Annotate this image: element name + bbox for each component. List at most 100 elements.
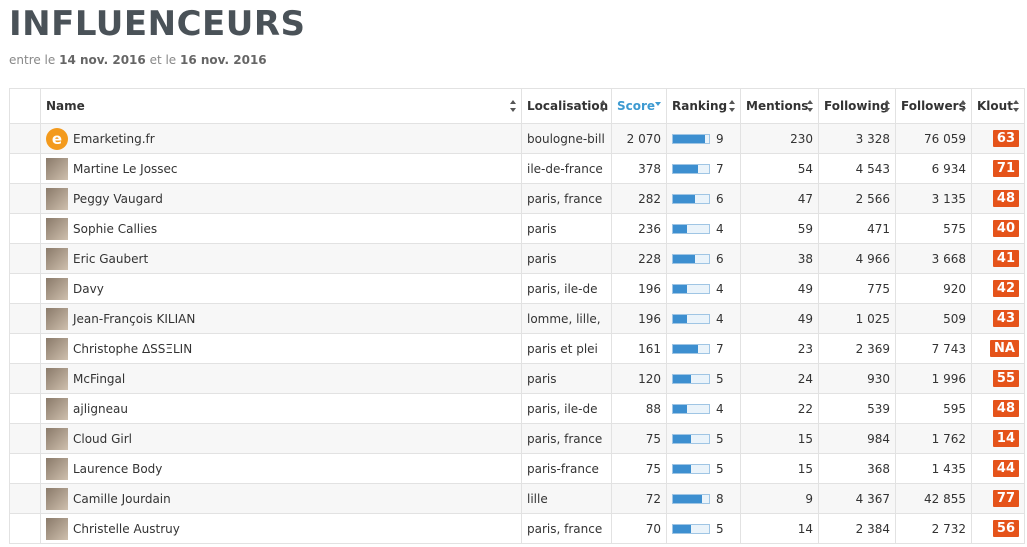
avatar [46,487,68,510]
name-cell[interactable]: Camille Jourdain [40,483,522,514]
following-cell: 539 [818,393,896,424]
influencer-name[interactable]: Laurence Body [73,462,162,476]
table-row[interactable]: Laurence Body paris-france 75 5 15 368 1 435 44 [9,453,1025,484]
sort-icon[interactable] [600,100,607,112]
influencer-name[interactable]: Eric Gaubert [73,252,148,266]
row-select-cell[interactable] [9,513,41,544]
column-header-followers[interactable]: Followers [895,88,972,124]
influencer-name[interactable]: Jean-François KILIAN [73,312,195,326]
row-select-cell[interactable] [9,153,41,184]
ranking-bar [672,133,710,144]
table-row[interactable]: Eric Gaubert paris 228 6 38 4 966 3 668 41 [9,243,1025,274]
influencer-name[interactable]: Cloud Girl [73,432,132,446]
score-cell: 236 [611,213,667,244]
followers-cell: 575 [895,213,972,244]
table-row[interactable]: Jean-François KILIAN lomme, lille, 196 4 49 1… [9,303,1025,334]
localisation-cell: lomme, lille, [521,303,612,334]
name-cell[interactable]: Cloud Girl [40,423,522,454]
name-cell[interactable]: McFingal [40,363,522,394]
name-cell[interactable]: Christophe ΔSSΞLIN [40,333,522,364]
klout-cell: NA [971,333,1025,364]
table-row[interactable]: Camille Jourdain lille 72 8 9 4 367 42 855 77 [9,483,1025,514]
name-cell[interactable]: Laurence Body [40,453,522,484]
avatar [46,187,68,210]
name-cell[interactable]: ajligneau [40,393,522,424]
name-cell[interactable]: Christelle Austruy [40,513,522,544]
table-row[interactable]: e Emarketing.fr boulogne-bill 2 070 9 230 3 32… [9,123,1025,154]
influencer-name[interactable]: Camille Jourdain [73,492,171,506]
sort-icon[interactable] [960,100,967,112]
table-row[interactable]: Christelle Austruy paris, france 70 5 14 2 38… [9,513,1025,544]
name-cell[interactable]: Davy [40,273,522,304]
influencer-name[interactable]: Emarketing.fr [73,132,155,146]
row-select-cell[interactable] [9,213,41,244]
column-header-klout[interactable]: Klout [971,88,1025,124]
sort-icon[interactable] [1013,100,1020,112]
table-row[interactable]: Martine Le Jossec ile-de-france 378 7 54 4 54… [9,153,1025,184]
table-row[interactable]: Christophe ΔSSΞLIN paris et plei 161 7 23 2 3… [9,333,1025,364]
score-cell: 228 [611,243,667,274]
avatar [46,217,68,240]
influencer-name[interactable]: Christophe ΔSSΞLIN [73,342,192,356]
name-cell[interactable]: Jean-François KILIAN [40,303,522,334]
row-select-cell[interactable] [9,333,41,364]
name-cell[interactable]: Eric Gaubert [40,243,522,274]
influencer-name[interactable]: ajligneau [73,402,128,416]
influencers-table: Name Localisation Score Ranking Mentions… [9,88,1025,544]
avatar [46,157,68,180]
column-header-ranking[interactable]: Ranking [666,88,741,124]
column-header-localisation[interactable]: Localisation [521,88,612,124]
score-cell: 88 [611,393,667,424]
name-cell[interactable]: Sophie Callies [40,213,522,244]
sort-icon[interactable] [884,100,891,112]
row-select-cell[interactable] [9,243,41,274]
column-header-following[interactable]: Following [818,88,896,124]
table-row[interactable]: Davy paris, ile-de 196 4 49 775 920 42 [9,273,1025,304]
influencer-name[interactable]: McFingal [73,372,125,386]
row-select-cell[interactable] [9,483,41,514]
name-cell[interactable]: Martine Le Jossec [40,153,522,184]
table-row[interactable]: ajligneau paris, ile-de 88 4 22 539 595 48 [9,393,1025,424]
following-cell: 1 025 [818,303,896,334]
score-cell: 70 [611,513,667,544]
influencer-name[interactable]: Martine Le Jossec [73,162,178,176]
following-cell: 4 966 [818,243,896,274]
influencer-name[interactable]: Peggy Vaugard [73,192,163,206]
table-row[interactable]: Sophie Callies paris 236 4 59 471 575 40 [9,213,1025,244]
row-select-cell[interactable] [9,123,41,154]
ranking-cell: 4 [666,303,741,334]
name-cell[interactable]: Peggy Vaugard [40,183,522,214]
row-select-cell[interactable] [9,183,41,214]
sort-icon[interactable] [807,100,814,112]
klout-cell: 42 [971,273,1025,304]
table-row[interactable]: Cloud Girl paris, france 75 5 15 984 1 762 14 [9,423,1025,454]
row-select-cell[interactable] [9,363,41,394]
ranking-value: 7 [716,341,724,356]
column-header-name[interactable]: Name [40,88,522,124]
mentions-cell: 49 [740,303,819,334]
row-select-cell[interactable] [9,273,41,304]
header-blank [9,88,41,124]
following-cell: 2 369 [818,333,896,364]
sort-desc-icon[interactable] [655,100,662,112]
column-header-score[interactable]: Score [611,88,667,124]
row-select-cell[interactable] [9,393,41,424]
name-cell[interactable]: e Emarketing.fr [40,123,522,154]
influencer-name[interactable]: Davy [73,282,104,296]
influencer-name[interactable]: Sophie Callies [73,222,157,236]
ranking-bar [672,163,710,174]
column-header-mentions[interactable]: Mentions [740,88,819,124]
localisation-cell: ile-de-france [521,153,612,184]
row-select-cell[interactable] [9,303,41,334]
sort-icon[interactable] [729,100,736,112]
followers-cell: 1 996 [895,363,972,394]
sort-icon[interactable] [510,100,517,112]
table-row[interactable]: Peggy Vaugard paris, france 282 6 47 2 566 3 1… [9,183,1025,214]
table-row[interactable]: McFingal paris 120 5 24 930 1 996 55 [9,363,1025,394]
row-select-cell[interactable] [9,423,41,454]
row-select-cell[interactable] [9,453,41,484]
ranking-cell: 4 [666,393,741,424]
klout-badge: 41 [992,250,1019,267]
klout-cell: 71 [971,153,1025,184]
influencer-name[interactable]: Christelle Austruy [73,522,180,536]
